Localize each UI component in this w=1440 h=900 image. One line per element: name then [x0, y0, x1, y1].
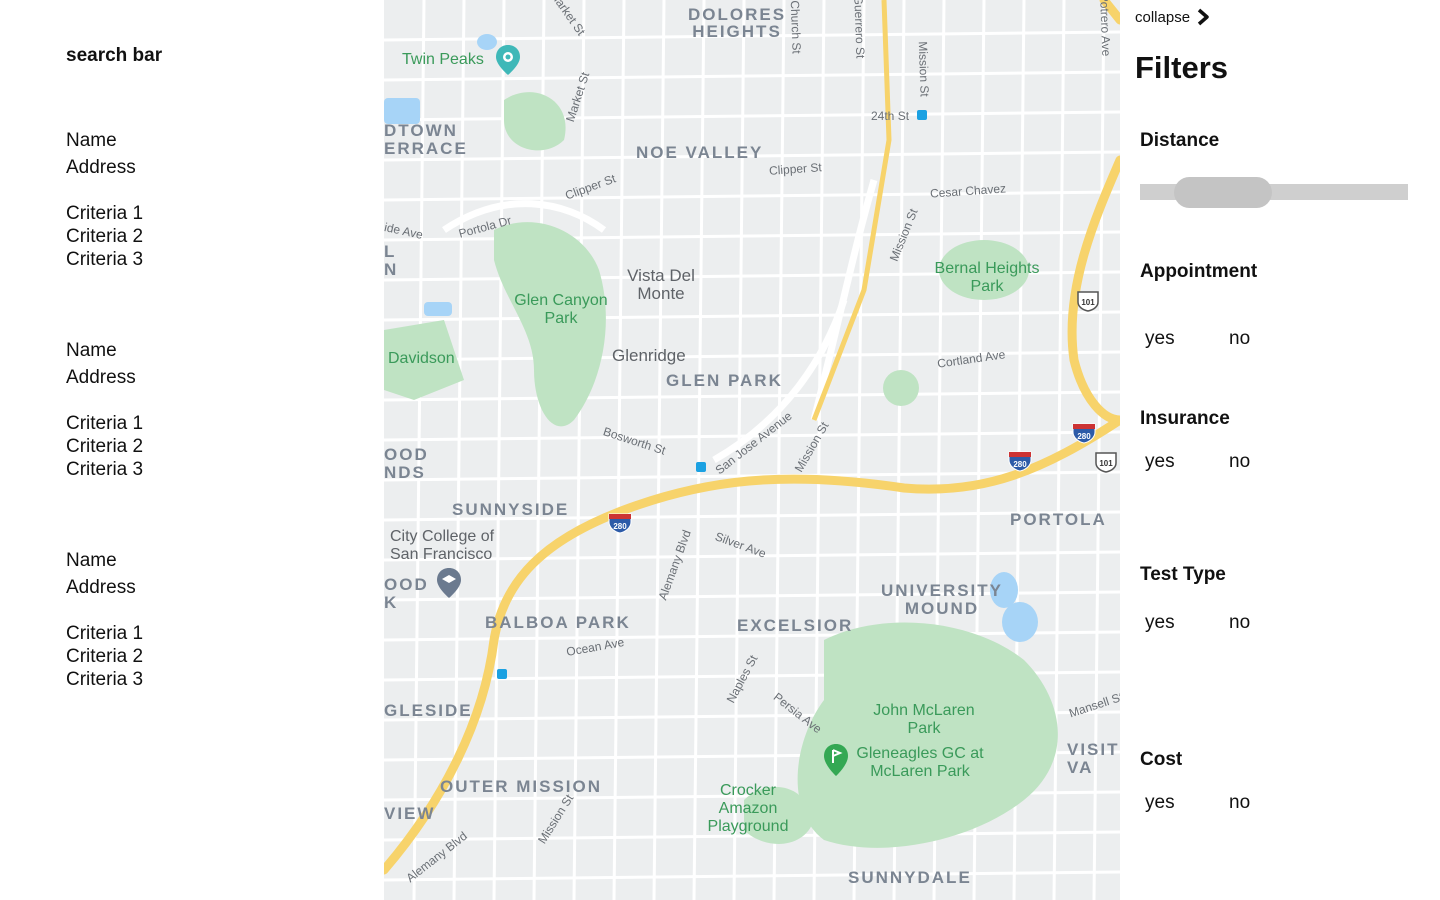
shield-number: 280 [613, 522, 627, 531]
insurance-heading: Insurance [1140, 408, 1230, 429]
result-criterion: Criteria 3 [66, 249, 144, 270]
results-panel: search bar Name Address Criteria 1 Crite… [0, 0, 384, 900]
result-item[interactable]: Name Address Criteria 1 Criteria 2 Crite… [66, 549, 366, 691]
label-westwood: OOD NDS [384, 445, 429, 482]
camera-pin-icon[interactable] [495, 44, 521, 76]
insurance-yes-option[interactable]: yes [1145, 451, 1175, 473]
filters-panel: collapse Filters Distance Appointment ye… [1120, 0, 1440, 900]
street-label: 24th St [871, 109, 910, 123]
label-glenridge: Glenridge [612, 346, 686, 365]
label-balboa-park: BALBOA PARK [485, 613, 631, 632]
street-label: Church St [787, 0, 804, 54]
street-label: Potrero Ave [1097, 0, 1114, 57]
label-visitacion: VISIT VA [1067, 740, 1120, 777]
result-address: Address [66, 577, 136, 598]
transit-station-icon[interactable] [497, 669, 507, 679]
result-address: Address [66, 157, 136, 178]
test-type-heading: Test Type [1140, 564, 1226, 585]
interstate-280-shield-icon: 280 [608, 513, 632, 534]
us-101-shield-icon: 101 [1095, 452, 1117, 473]
us-101-shield-icon: 101 [1077, 291, 1099, 312]
result-criterion: Criteria 1 [66, 203, 144, 224]
shield-number: 280 [1077, 432, 1091, 441]
result-item[interactable]: Name Address Criteria 1 Criteria 2 Crite… [66, 129, 366, 271]
interstate-280-shield-icon: 280 [1008, 451, 1032, 472]
label-outer-mission: OUTER MISSION [440, 777, 603, 796]
cost-no-option[interactable]: no [1229, 792, 1250, 814]
collapse-label: collapse [1135, 8, 1191, 26]
result-criterion: Criteria 1 [66, 623, 144, 644]
label-sunnydale: SUNNYDALE [848, 868, 972, 887]
result-name: Name [66, 340, 117, 361]
label-noe-valley: NOE VALLEY [636, 143, 764, 162]
label-ood-k: OOD K [384, 575, 429, 612]
result-name: Name [66, 550, 117, 571]
shield-number: 101 [1099, 459, 1113, 468]
distance-slider-handle[interactable] [1174, 177, 1272, 208]
result-criterion: Criteria 2 [66, 646, 144, 667]
result-criterion: Criteria 3 [66, 459, 144, 480]
label-portola: PORTOLA [1010, 510, 1107, 529]
cost-yes-option[interactable]: yes [1145, 792, 1175, 814]
shield-number: 280 [1013, 460, 1027, 469]
result-criteria-list: Criteria 1 Criteria 2 Criteria 3 [66, 412, 366, 481]
label-l-n: L N [384, 242, 399, 279]
label-university-mound: UNIVERSITY MOUND [880, 581, 1004, 618]
result-criteria-list: Criteria 1 Criteria 2 Criteria 3 [66, 622, 366, 691]
result-item[interactable]: Name Address Criteria 1 Criteria 2 Crite… [66, 339, 366, 481]
label-john-mclaren-park: John McLaren Park [873, 702, 975, 737]
school-pin-icon[interactable] [436, 567, 462, 599]
filters-title: Filters [1135, 50, 1229, 85]
result-criterion: Criteria 3 [66, 669, 144, 690]
label-city-college: City College of San Francisco [390, 528, 495, 563]
label-vista-del-monte: Vista Del Monte [627, 266, 695, 303]
label-glen-canyon-park: Glen Canyon Park [514, 292, 608, 327]
result-name: Name [66, 130, 117, 151]
label-twin-peaks: Twin Peaks [402, 51, 484, 68]
label-view: VIEW [384, 804, 436, 823]
shield-number: 101 [1081, 298, 1095, 307]
label-crocker-amazon: Crocker Amazon Playground [707, 782, 789, 835]
appointment-no-option[interactable]: no [1229, 328, 1250, 350]
test-type-yes-option[interactable]: yes [1145, 612, 1175, 634]
result-criterion: Criteria 1 [66, 413, 144, 434]
arterials [811, 0, 892, 421]
street-label: Guerrero St [851, 0, 868, 59]
test-type-no-option[interactable]: no [1229, 612, 1250, 634]
result-criterion: Criteria 2 [66, 226, 144, 247]
transit-station-icon[interactable] [696, 462, 706, 472]
label-gleneagles: Gleneagles GC at McLaren Park [856, 745, 984, 780]
label-midtown-terrace: DTOWN ERRACE [384, 121, 468, 158]
map-view[interactable]: DOLORES HEIGHTS NOE VALLEY GLEN PARK SUN… [384, 0, 1120, 900]
interstate-280-shield-icon: 280 [1072, 423, 1096, 444]
label-sunnyside: SUNNYSIDE [452, 500, 570, 519]
cost-heading: Cost [1140, 749, 1183, 770]
label-davidson: Davidson [388, 350, 455, 367]
appointment-yes-option[interactable]: yes [1145, 328, 1175, 350]
label-ingleside: GLESIDE [384, 701, 473, 720]
collapse-button[interactable]: collapse [1135, 8, 1210, 26]
appointment-heading: Appointment [1140, 261, 1258, 282]
result-criteria-list: Criteria 1 Criteria 2 Criteria 3 [66, 202, 366, 271]
label-excelsior: EXCELSIOR [737, 616, 854, 635]
street-label: Mission St [915, 41, 932, 97]
chevron-right-icon [1197, 8, 1209, 26]
search-bar[interactable]: search bar [66, 45, 162, 67]
distance-heading: Distance [1140, 130, 1220, 151]
result-criterion: Criteria 2 [66, 436, 144, 457]
golf-pin-icon[interactable] [823, 743, 849, 777]
transit-station-icon[interactable] [917, 110, 927, 120]
label-glen-park: GLEN PARK [666, 371, 783, 390]
label-bernal-heights-park: Bernal Heights Park [934, 260, 1040, 295]
insurance-no-option[interactable]: no [1229, 451, 1250, 473]
result-address: Address [66, 367, 136, 388]
